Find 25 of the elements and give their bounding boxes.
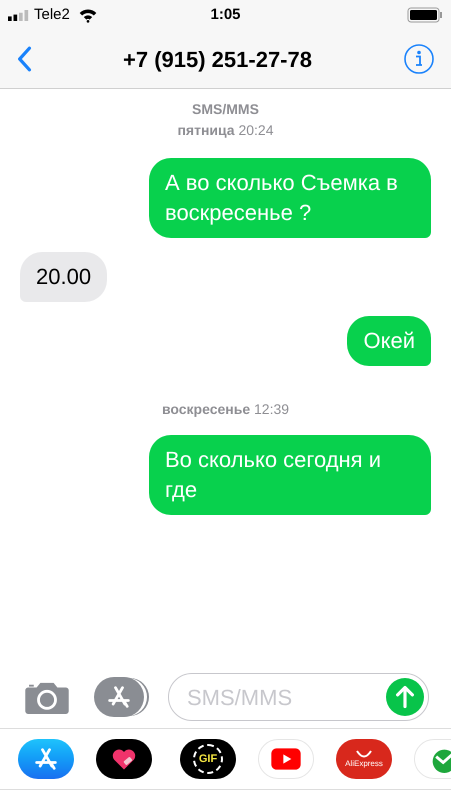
timestamp: воскресенье 12:39 — [162, 400, 290, 419]
gif-app-button[interactable]: GIF — [180, 739, 236, 779]
sent-message: Окей — [347, 316, 431, 366]
timestamp: пятница 20:24 — [177, 121, 274, 140]
app-store-icon[interactable] — [18, 739, 74, 779]
received-message: 20.00 — [20, 252, 108, 302]
service-label: SMS/MMS — [192, 100, 259, 119]
info-icon[interactable] — [403, 43, 435, 75]
status-time: 1:05 — [209, 4, 242, 25]
composer-field[interactable]: SMS/MMS — [168, 673, 429, 721]
sent-message: Во сколько сегодня и где — [149, 435, 431, 515]
heart-sticker-icon[interactable] — [96, 739, 152, 779]
message-input[interactable]: SMS/MMS — [187, 680, 386, 714]
sent-message: А во сколько Съемка в воскресенье ? — [149, 158, 431, 238]
carrier-name: Tele2 — [34, 4, 70, 25]
video-play-icon[interactable] — [258, 739, 314, 779]
signal-icon — [8, 10, 30, 20]
camera-icon[interactable] — [24, 680, 70, 714]
send-icon[interactable] — [386, 678, 424, 716]
app-store-icon[interactable] — [94, 677, 144, 717]
contact-number: +7 (915) 251-27-78 — [122, 46, 313, 74]
back-icon[interactable] — [16, 46, 32, 72]
shopping-app-button[interactable]: AliExpress — [336, 739, 392, 779]
wifi-icon — [78, 8, 98, 22]
battery-icon — [407, 7, 443, 23]
